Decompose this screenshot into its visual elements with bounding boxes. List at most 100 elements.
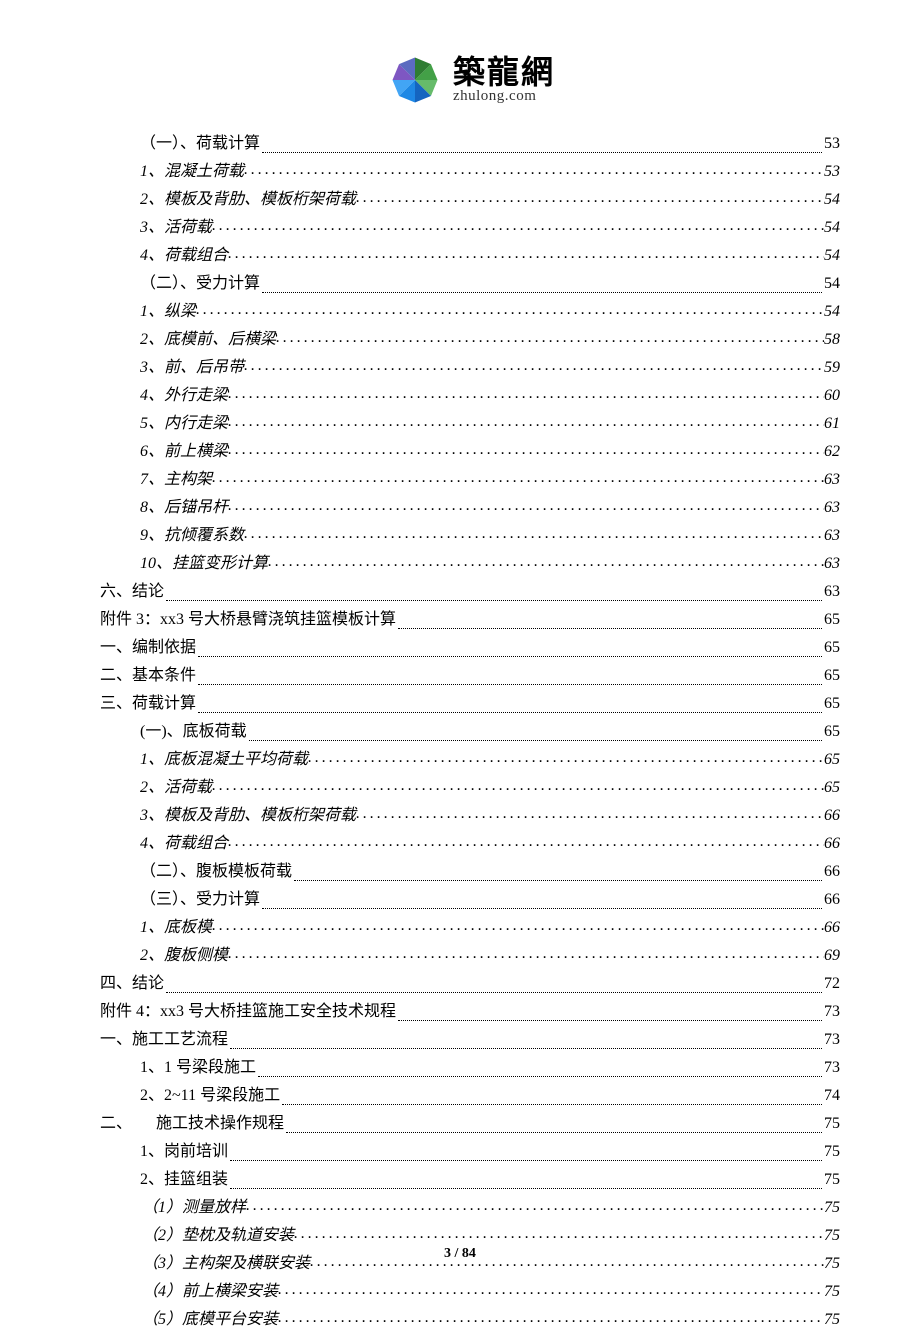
toc-page: 73 — [824, 1054, 840, 1082]
toc-leader — [308, 744, 824, 772]
toc-leader — [356, 800, 824, 828]
toc-page: 63 — [824, 522, 840, 550]
toc-label: 2、2~11 号梁段施工 — [140, 1082, 280, 1110]
toc-leader — [246, 1192, 824, 1220]
toc-leader — [198, 685, 822, 713]
toc-page: 59 — [824, 354, 840, 382]
toc-label: 1、纵梁 — [140, 298, 196, 326]
toc-leader — [198, 629, 822, 657]
toc-label: 六、结论 — [100, 578, 164, 606]
toc-leader — [212, 212, 824, 240]
toc-label: (一)、底板荷载 — [140, 718, 247, 746]
toc-entry: (一)、底板荷载 65 — [100, 718, 840, 746]
toc-page: 62 — [824, 438, 840, 466]
toc-page: 69 — [824, 942, 840, 970]
toc-page: 58 — [824, 326, 840, 354]
toc-page: 65 — [824, 774, 840, 802]
toc-page: 66 — [824, 830, 840, 858]
logo-subtitle: zhulong.com — [453, 88, 555, 105]
logo-icon — [385, 50, 445, 110]
toc-entry: （二）、受力计算54 — [100, 270, 840, 298]
toc-entry: 1、纵梁54 — [100, 298, 840, 326]
toc-leader — [228, 828, 824, 856]
toc-label: （1）测量放样 — [142, 1194, 246, 1222]
toc-leader — [212, 772, 824, 800]
toc-entry: 1、混凝土荷载53 — [100, 158, 840, 186]
toc-label: 1、底板混凝土平均荷载 — [140, 746, 308, 774]
page-number: 3 / 84 — [0, 1246, 920, 1262]
toc-entry: 2、模板及背肋、模板桁架荷载54 — [100, 186, 840, 214]
toc-page: 65 — [824, 662, 840, 690]
table-of-contents: （一）、荷载计算 531、混凝土荷载532、模板及背肋、模板桁架荷载543、活荷载… — [100, 130, 840, 1334]
logo-title: 築龍網 — [453, 56, 555, 88]
toc-label: 4、荷载组合 — [140, 242, 228, 270]
toc-label: 5、内行走梁 — [140, 410, 228, 438]
toc-page: 73 — [824, 1026, 840, 1054]
toc-entry: 1、底板模66 — [100, 914, 840, 942]
toc-label: 一、施工工艺流程 — [100, 1026, 228, 1054]
toc-page: 72 — [824, 970, 840, 998]
document-page: 築龍網 zhulong.com （一）、荷载计算 531、混凝土荷载532、模板及… — [0, 0, 920, 1302]
toc-leader — [249, 713, 822, 741]
toc-leader — [228, 380, 824, 408]
toc-page: 53 — [824, 130, 840, 158]
toc-label: 3、活荷载 — [140, 214, 212, 242]
logo-text: 築龍網 zhulong.com — [453, 56, 555, 105]
toc-leader — [286, 1105, 822, 1133]
toc-leader — [166, 965, 822, 993]
toc-leader — [228, 492, 824, 520]
toc-label: 2、底模前、后横梁 — [140, 326, 276, 354]
toc-entry: （三）、受力计算 66 — [100, 886, 840, 914]
toc-label: 9、抗倾覆系数 — [140, 522, 244, 550]
toc-leader — [356, 184, 824, 212]
toc-leader — [268, 548, 824, 576]
site-logo: 築龍網 zhulong.com — [100, 50, 840, 110]
toc-entry: （5）底模平台安装75 — [100, 1306, 840, 1334]
toc-page: 75 — [824, 1110, 840, 1138]
toc-leader — [196, 296, 824, 324]
toc-label: （一）、荷载计算 — [140, 130, 260, 158]
toc-page: 65 — [824, 746, 840, 774]
toc-entry: 5、内行走梁61 — [100, 410, 840, 438]
toc-entry: 7、主构架63 — [100, 466, 840, 494]
toc-leader — [212, 464, 824, 492]
toc-leader — [230, 1161, 822, 1189]
toc-label: 8、后锚吊杆 — [140, 494, 228, 522]
toc-entry: 8、后锚吊杆 63 — [100, 494, 840, 522]
toc-leader — [228, 940, 824, 968]
toc-page: 65 — [824, 690, 840, 718]
toc-page: 65 — [824, 718, 840, 746]
toc-leader — [230, 1021, 822, 1049]
toc-page: 63 — [824, 494, 840, 522]
toc-page: 66 — [824, 886, 840, 914]
toc-leader — [278, 1304, 824, 1332]
toc-entry: 3、前、后吊带59 — [100, 354, 840, 382]
toc-leader — [262, 125, 822, 153]
toc-entry: 2、活荷载65 — [100, 774, 840, 802]
toc-page: 60 — [824, 382, 840, 410]
toc-label: 3、模板及背肋、模板桁架荷载 — [140, 802, 356, 830]
toc-leader — [244, 520, 824, 548]
toc-leader — [398, 993, 822, 1021]
toc-leader — [230, 1133, 822, 1161]
toc-label: 2、挂篮组装 — [140, 1166, 228, 1194]
toc-entry: 2、底模前、后横梁 58 — [100, 326, 840, 354]
toc-entry: 3、模板及背肋、模板桁架荷载66 — [100, 802, 840, 830]
toc-entry: （1）测量放样75 — [100, 1194, 840, 1222]
toc-page: 54 — [824, 214, 840, 242]
toc-entry: 9、抗倾覆系数 63 — [100, 522, 840, 550]
toc-label: 4、荷载组合 — [140, 830, 228, 858]
toc-page: 65 — [824, 606, 840, 634]
toc-label: （三）、受力计算 — [140, 886, 260, 914]
toc-leader — [228, 408, 824, 436]
toc-leader — [282, 1077, 822, 1105]
toc-leader — [198, 657, 822, 685]
toc-leader — [262, 265, 822, 293]
toc-leader — [294, 1220, 824, 1248]
toc-page: 66 — [824, 858, 840, 886]
toc-page: 75 — [824, 1166, 840, 1194]
toc-label: 6、前上横梁 — [140, 438, 228, 466]
toc-page: 54 — [824, 186, 840, 214]
toc-entry: 3、活荷载 54 — [100, 214, 840, 242]
toc-label: 1、1 号梁段施工 — [140, 1054, 256, 1082]
